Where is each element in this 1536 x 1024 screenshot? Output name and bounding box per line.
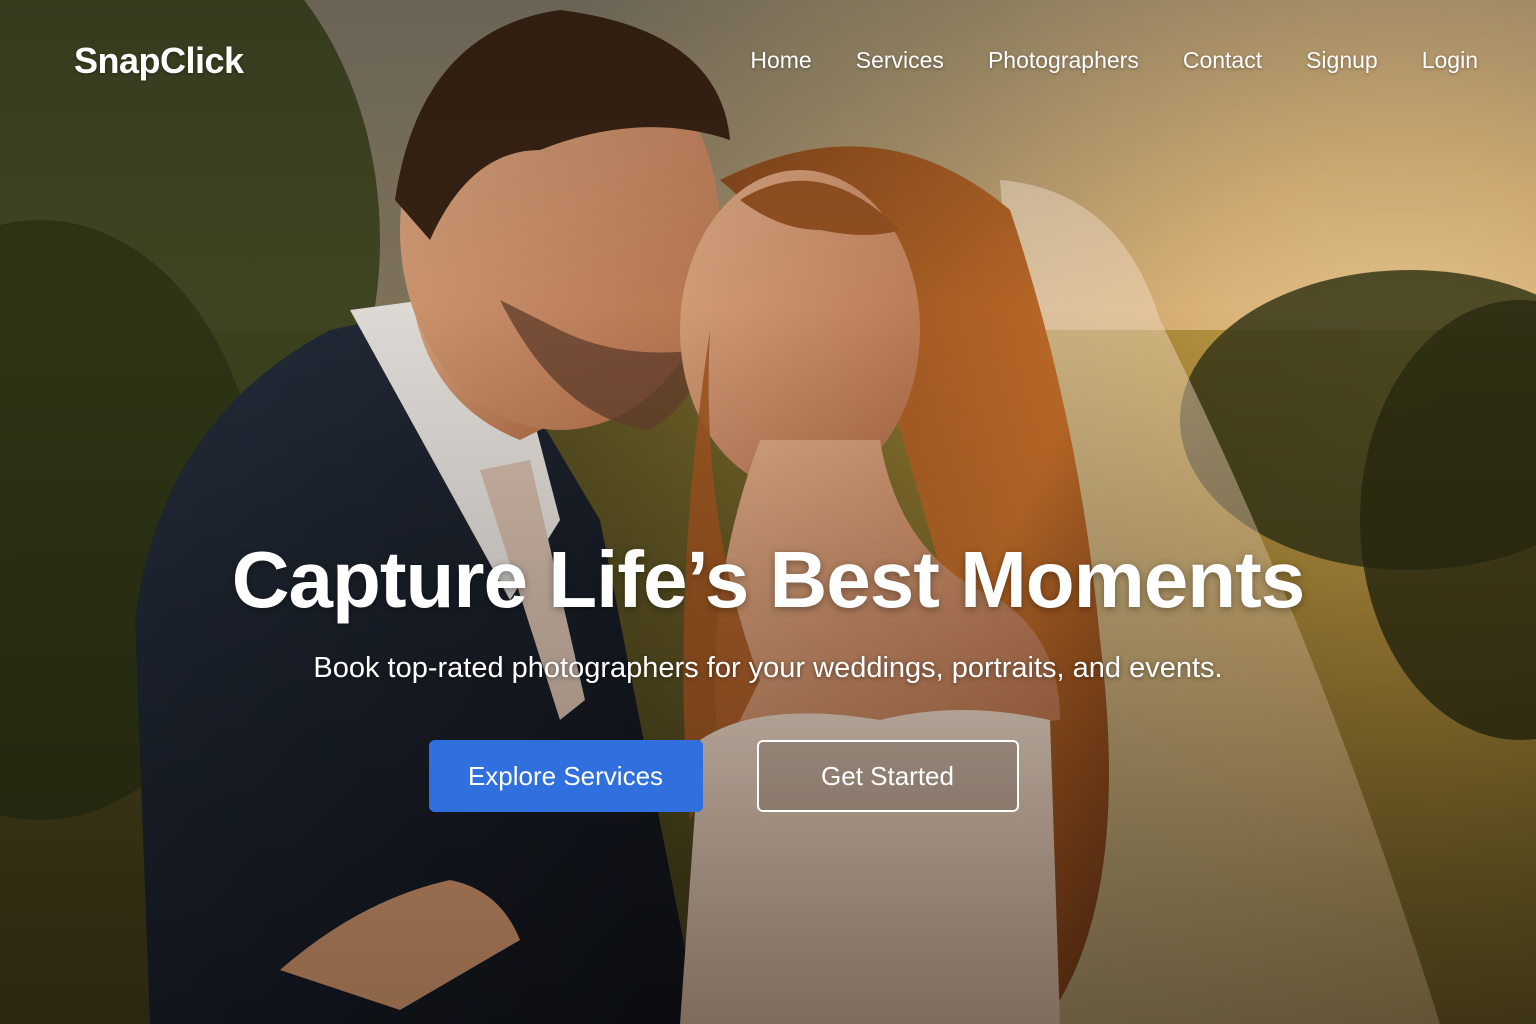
hero-section xyxy=(0,0,1536,1024)
get-started-button[interactable]: Get Started xyxy=(756,740,1019,812)
hero-title: Capture Life’s Best Moments xyxy=(231,535,1305,624)
explore-services-button[interactable]: Explore Services xyxy=(428,740,703,812)
nav-link-services[interactable]: Services xyxy=(856,47,944,74)
hero-buttons: Explore Services Get Started xyxy=(0,740,1536,812)
nav-link-contact[interactable]: Contact xyxy=(1183,47,1262,74)
hero-subtitle: Book top-rated photographers for your we… xyxy=(313,652,1223,684)
nav-link-home[interactable]: Home xyxy=(750,47,811,74)
hero-overlay xyxy=(0,0,1536,1024)
nav-link-photographers[interactable]: Photographers xyxy=(988,47,1139,74)
nav-links: Home Services Photographers Contact Sign… xyxy=(706,47,1478,74)
top-navbar: SnapClick Home Services Photographers Co… xyxy=(0,0,1536,124)
nav-link-signup[interactable]: Signup xyxy=(1306,47,1378,74)
brand-logo[interactable]: SnapClick xyxy=(74,40,244,82)
nav-link-login[interactable]: Login xyxy=(1422,47,1478,74)
hero-content: Capture Life’s Best Moments Book top-rat… xyxy=(0,530,1536,688)
